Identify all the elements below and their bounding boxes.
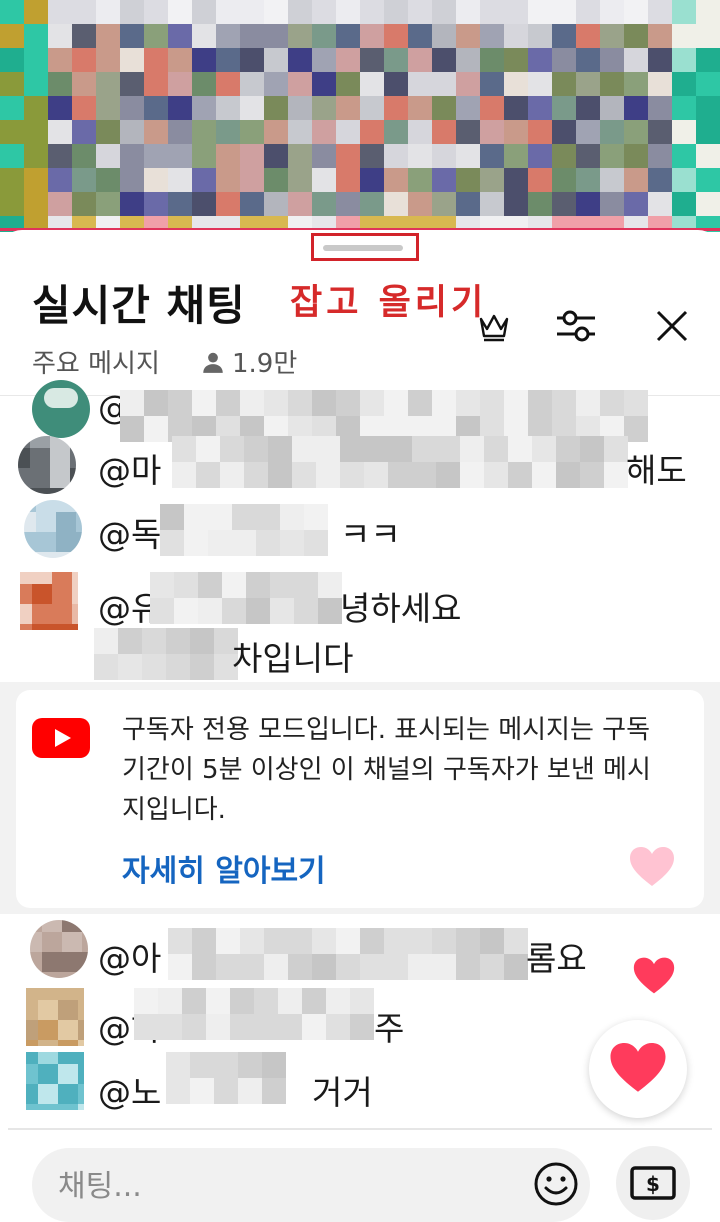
close-icon bbox=[656, 310, 688, 342]
author-name: @마 bbox=[98, 451, 162, 490]
video-player[interactable] bbox=[0, 0, 720, 232]
message-text: 해도 bbox=[626, 451, 687, 490]
viewer-count-label: 1.9만 bbox=[232, 349, 298, 379]
message-text: ㅋㅋ bbox=[340, 515, 401, 554]
super-chat-dollar-icon: $ bbox=[630, 1166, 676, 1200]
close-button[interactable] bbox=[648, 302, 696, 350]
chat-message[interactable]: @독 ㅋㅋ bbox=[0, 500, 700, 560]
chat-input-box bbox=[32, 1148, 590, 1222]
message-text: 롬요 bbox=[526, 939, 587, 978]
blurred-message bbox=[168, 928, 528, 980]
blurred-message bbox=[120, 390, 648, 442]
sliders-icon bbox=[557, 310, 595, 342]
chat-title: 실시간 채팅 bbox=[32, 281, 246, 330]
avatar bbox=[26, 988, 84, 1046]
svg-text:$: $ bbox=[646, 1172, 660, 1196]
emoji-icon[interactable] bbox=[532, 1160, 580, 1208]
youtube-logo-icon bbox=[32, 718, 90, 758]
avatar bbox=[18, 436, 76, 494]
notice-text: 구독자 전용 모드입니다. 표시되는 메시지는 구독 기간이 5분 이상인 이 … bbox=[122, 715, 651, 825]
blurred-message bbox=[134, 988, 374, 1040]
learn-more-link[interactable]: 자세히 알아보기 bbox=[122, 846, 326, 890]
chat-message[interactable]: @마 해도 bbox=[0, 436, 700, 496]
author-name: @노 bbox=[98, 1073, 162, 1112]
chat-message[interactable]: @ bbox=[0, 380, 700, 442]
author-name: @아 bbox=[98, 939, 162, 978]
crown-icon bbox=[479, 314, 509, 342]
avatar bbox=[30, 920, 88, 978]
message-text: 녕하세요 bbox=[340, 589, 462, 628]
input-divider bbox=[8, 1128, 712, 1130]
message-text: 차입니다 bbox=[232, 639, 354, 678]
chat-settings-button[interactable] bbox=[552, 302, 600, 350]
chat-message[interactable]: @아 롬요 bbox=[0, 920, 700, 980]
blurred-video-frame bbox=[0, 0, 720, 232]
message-text: 거거 bbox=[312, 1073, 373, 1112]
chat-message-continued: 차입니다 bbox=[0, 624, 700, 684]
blurred-message bbox=[94, 628, 238, 680]
top-chat-filter[interactable]: 주요 메시지 bbox=[32, 343, 160, 380]
avatar bbox=[32, 380, 90, 438]
heart-reaction-button[interactable] bbox=[589, 1020, 687, 1118]
drag-annotation: 잡고 올리기 bbox=[290, 283, 488, 323]
chat-input[interactable] bbox=[56, 1162, 530, 1210]
heart-icon bbox=[630, 847, 674, 886]
blurred-message bbox=[172, 436, 628, 488]
drag-handle-highlight bbox=[311, 233, 419, 261]
heart-icon bbox=[610, 1043, 666, 1092]
blurred-message bbox=[150, 572, 342, 624]
super-chat-button[interactable]: $ bbox=[616, 1146, 690, 1220]
chat-message[interactable]: @하 주 bbox=[0, 988, 700, 1048]
author-name: @독 bbox=[98, 515, 162, 554]
blurred-message bbox=[166, 1052, 286, 1104]
chat-message[interactable]: @유 녕하세요 bbox=[0, 572, 700, 632]
crown-button[interactable] bbox=[470, 302, 518, 350]
person-icon bbox=[203, 352, 223, 373]
avatar bbox=[20, 572, 78, 630]
viewer-count: 1.9만 bbox=[200, 343, 297, 380]
message-text: 주 bbox=[374, 1009, 405, 1048]
blurred-message bbox=[160, 504, 328, 556]
avatar bbox=[24, 500, 82, 558]
avatar bbox=[26, 1052, 84, 1110]
